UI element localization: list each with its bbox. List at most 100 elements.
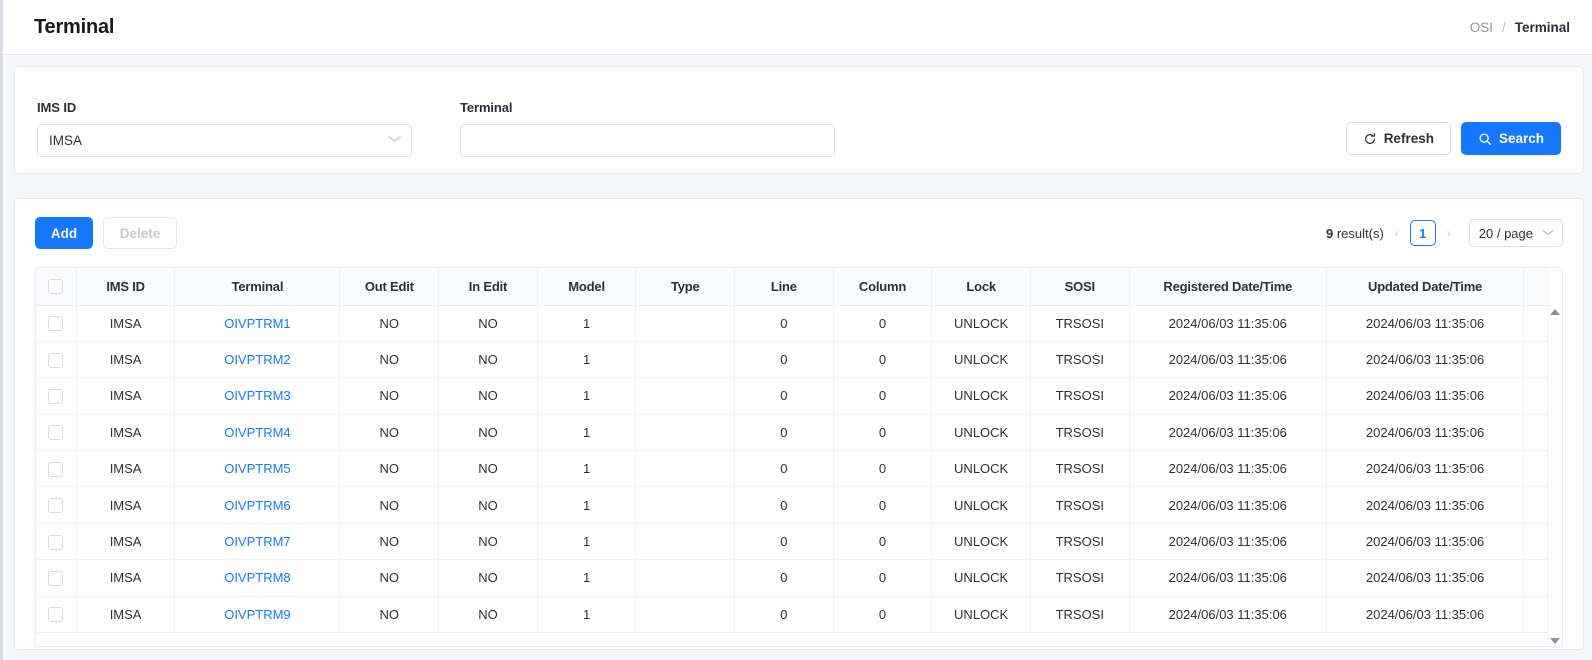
pagination-prev[interactable]: ‹ <box>1393 226 1401 240</box>
row-select-cell <box>36 487 76 523</box>
table-row[interactable]: IMSAOIVPTRM3NONO100UNLOCKTRSOSI2024/06/0… <box>36 378 1550 414</box>
column-header-out-edit[interactable]: Out Edit <box>340 268 439 305</box>
results-grid: IMS ID Terminal Out Edit In Edit Model T… <box>35 267 1563 647</box>
row-checkbox[interactable] <box>48 571 63 586</box>
row-checkbox[interactable] <box>48 389 63 404</box>
terminal-link[interactable]: OIVPTRM1 <box>224 316 290 331</box>
row-checkbox[interactable] <box>48 425 63 440</box>
table-row[interactable]: IMSAOIVPTRM6NONO100UNLOCKTRSOSI2024/06/0… <box>36 487 1550 523</box>
table-row[interactable]: IMSAOIVPTRM1NONO100UNLOCKTRSOSI2024/06/0… <box>36 305 1550 341</box>
search-button[interactable]: Search <box>1461 122 1561 155</box>
search-row: IMS ID IMSA Terminal <box>37 85 1561 157</box>
cell-terminal: OIVPTRM2 <box>175 341 340 377</box>
cell-ims-id: IMSA <box>76 596 175 632</box>
row-checkbox[interactable] <box>48 607 63 622</box>
cell-terminal: OIVPTRM9 <box>175 596 340 632</box>
cell-line: 0 <box>735 414 834 450</box>
cell-type <box>636 560 735 596</box>
scroll-down-icon[interactable] <box>1550 638 1560 644</box>
terminal-link[interactable]: OIVPTRM5 <box>224 461 290 476</box>
row-checkbox[interactable] <box>48 462 63 477</box>
cell-type <box>636 341 735 377</box>
table-row[interactable]: IMSAOIVPTRM5NONO100UNLOCKTRSOSI2024/06/0… <box>36 451 1550 487</box>
cell-updated: 2024/06/03 11:35:06 <box>1326 596 1523 632</box>
column-header-in-edit[interactable]: In Edit <box>439 268 538 305</box>
table-row[interactable]: IMSAOIVPTRM7NONO100UNLOCKTRSOSI2024/06/0… <box>36 523 1550 559</box>
cell-model: 1 <box>537 378 636 414</box>
cell-lock: UNLOCK <box>932 451 1031 487</box>
terminal-link[interactable]: OIVPTRM7 <box>224 534 290 549</box>
result-count: 9 result(s) <box>1326 226 1384 241</box>
row-select-cell <box>36 596 76 632</box>
table-row[interactable]: IMSAOIVPTRM9NONO100UNLOCKTRSOSI2024/06/0… <box>36 596 1550 632</box>
terminal-link[interactable]: OIVPTRM3 <box>224 388 290 403</box>
search-actions: Refresh Search <box>1346 122 1561 157</box>
row-select-cell <box>36 451 76 487</box>
cell-updated: 2024/06/03 11:35:06 <box>1326 560 1523 596</box>
cell-lock: UNLOCK <box>932 305 1031 341</box>
cell-registered: 2024/06/03 11:35:06 <box>1129 451 1326 487</box>
cell-sosi: TRSOSI <box>1030 523 1129 559</box>
cell-updated: 2024/06/03 11:35:06 <box>1326 487 1523 523</box>
search-panel: IMS ID IMSA Terminal <box>14 66 1584 174</box>
table-toolbar: Add Delete 9 result(s) ‹ 1 › 20 / page <box>35 215 1563 251</box>
column-header-lock[interactable]: Lock <box>932 268 1031 305</box>
field-terminal: Terminal <box>460 100 835 157</box>
row-checkbox[interactable] <box>48 316 63 331</box>
page-size-value: 20 / page <box>1479 226 1533 241</box>
table-row[interactable]: IMSAOIVPTRM8NONO100UNLOCKTRSOSI2024/06/0… <box>36 560 1550 596</box>
refresh-button[interactable]: Refresh <box>1346 122 1451 155</box>
column-header-ims-id[interactable]: IMS ID <box>76 268 175 305</box>
terminal-link[interactable]: OIVPTRM9 <box>224 607 290 622</box>
cell-column: 0 <box>833 341 932 377</box>
cell-out-edit: NO <box>340 341 439 377</box>
cell-type <box>636 523 735 559</box>
cell-column: 0 <box>833 596 932 632</box>
pagination-page-1[interactable]: 1 <box>1410 220 1436 246</box>
cell-ims-id: IMSA <box>76 451 175 487</box>
delete-button: Delete <box>103 217 177 249</box>
table-vertical-scrollbar[interactable] <box>1547 306 1562 647</box>
column-header-model[interactable]: Model <box>537 268 636 305</box>
cell-out-edit: NO <box>340 487 439 523</box>
cell-model: 1 <box>537 305 636 341</box>
row-checkbox[interactable] <box>48 498 63 513</box>
cell-column: 0 <box>833 560 932 596</box>
ims-id-select[interactable]: IMSA <box>37 124 412 157</box>
cell-updated: 2024/06/03 11:35:06 <box>1326 341 1523 377</box>
column-header-sosi[interactable]: SOSI <box>1030 268 1129 305</box>
cell-terminal: OIVPTRM8 <box>175 560 340 596</box>
column-header-column[interactable]: Column <box>833 268 932 305</box>
scroll-up-icon[interactable] <box>1550 309 1560 315</box>
terminal-input[interactable] <box>460 124 835 157</box>
page-size-select[interactable]: 20 / page <box>1469 219 1563 247</box>
cell-in-edit: NO <box>439 305 538 341</box>
cell-ims-id: IMSA <box>76 560 175 596</box>
table-row[interactable]: IMSAOIVPTRM4NONO100UNLOCKTRSOSI2024/06/0… <box>36 414 1550 450</box>
column-header-terminal[interactable]: Terminal <box>175 268 340 305</box>
column-header-type[interactable]: Type <box>636 268 735 305</box>
cell-type <box>636 305 735 341</box>
breadcrumb-root[interactable]: OSI <box>1470 20 1493 35</box>
pagination-next[interactable]: › <box>1445 226 1453 240</box>
terminal-link[interactable]: OIVPTRM6 <box>224 498 290 513</box>
terminal-link[interactable]: OIVPTRM2 <box>224 352 290 367</box>
table-row[interactable]: IMSAOIVPTRM2NONO100UNLOCKTRSOSI2024/06/0… <box>36 341 1550 377</box>
row-checkbox[interactable] <box>48 535 63 550</box>
cell-sosi: TRSOSI <box>1030 414 1129 450</box>
row-select-cell <box>36 560 76 596</box>
cell-sosi: TRSOSI <box>1030 451 1129 487</box>
cell-type <box>636 596 735 632</box>
cell-column: 0 <box>833 378 932 414</box>
terminal-link[interactable]: OIVPTRM8 <box>224 570 290 585</box>
select-all-checkbox[interactable] <box>48 279 63 294</box>
column-header-updated[interactable]: Updated Date/Time <box>1326 268 1523 305</box>
cell-model: 1 <box>537 487 636 523</box>
column-header-line[interactable]: Line <box>735 268 834 305</box>
row-checkbox[interactable] <box>48 353 63 368</box>
terminal-link[interactable]: OIVPTRM4 <box>224 425 290 440</box>
refresh-icon <box>1363 132 1377 146</box>
column-header-registered[interactable]: Registered Date/Time <box>1129 268 1326 305</box>
cell-line: 0 <box>735 341 834 377</box>
add-button[interactable]: Add <box>35 217 93 249</box>
